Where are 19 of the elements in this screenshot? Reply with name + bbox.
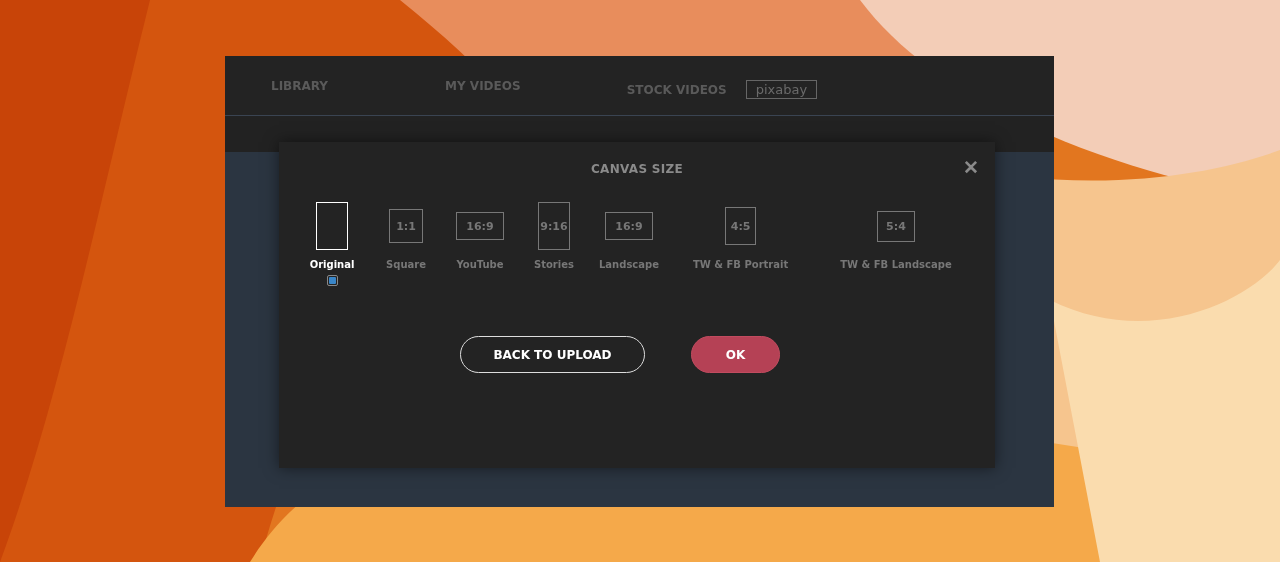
checkbox[interactable]	[326, 274, 338, 286]
aspect-frame: 1:1	[389, 209, 423, 243]
aspect-frame	[316, 202, 348, 250]
back-button[interactable]: BACK TO UPLOAD	[460, 336, 645, 373]
canvas-size-option[interactable]: 5:4 TW & FB Landscape	[838, 201, 954, 290]
canvas-size-option[interactable]: 4:5 TW & FB Portrait	[690, 201, 791, 290]
aspect-frame: 5:4	[876, 210, 915, 242]
aspect-frame: 4:5	[725, 207, 757, 245]
canvas-size-option[interactable]: 1:1 Square	[375, 201, 437, 290]
aspect-frame: 9:16	[538, 202, 570, 250]
aspect-frame: 16:9	[456, 212, 504, 240]
ok-button[interactable]: OK	[691, 336, 780, 373]
pixabay-badge: pixabay	[745, 80, 818, 99]
canvas-size-option[interactable]: 9:16 Stories	[523, 201, 585, 290]
aspect-frame: 16:9	[605, 212, 653, 240]
canvas-size-option[interactable]: 16:9 Landscape	[597, 201, 661, 290]
canvas-size-option[interactable]: Original	[301, 201, 363, 290]
dialog-title: CANVAS SIZE	[591, 162, 683, 176]
canvas-size-option[interactable]: 16:9 YouTube	[449, 201, 511, 290]
